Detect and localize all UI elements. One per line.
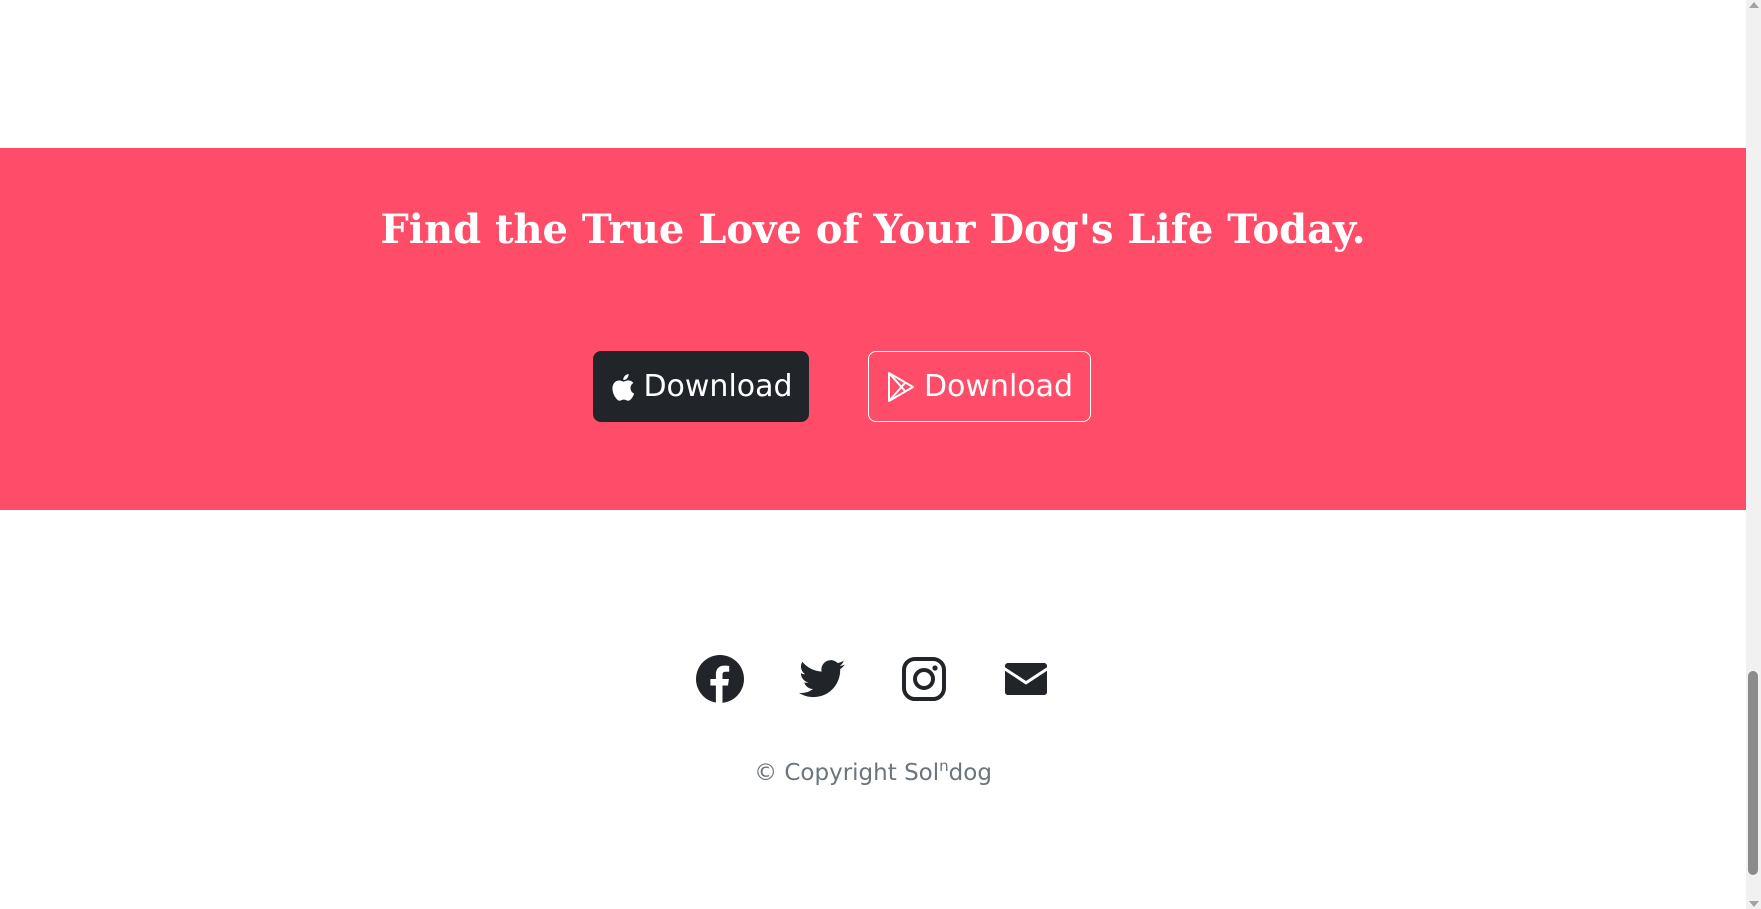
- facebook-link[interactable]: [695, 654, 745, 704]
- google-play-download-label: Download: [923, 369, 1074, 404]
- scrollbar-thumb[interactable]: [1748, 671, 1758, 875]
- vertical-scrollbar[interactable]: [1746, 0, 1761, 909]
- copyright-prefix: © Copyright Sol: [754, 760, 940, 786]
- copyright-text: © Copyright Solndog: [0, 755, 1746, 791]
- cta-title: Find the True Love of Your Dog's Life To…: [380, 206, 1366, 253]
- google-play-icon: [886, 371, 916, 403]
- twitter-icon: [799, 660, 845, 698]
- app-store-download-button[interactable]: Download: [593, 351, 809, 422]
- instagram-icon: [902, 657, 946, 701]
- google-play-download-button[interactable]: Download: [868, 351, 1091, 422]
- scroll-up-arrow-icon[interactable]: [1749, 2, 1759, 8]
- scroll-down-arrow-icon[interactable]: [1749, 901, 1759, 907]
- instagram-link[interactable]: [899, 654, 949, 704]
- social-links: [0, 654, 1746, 704]
- twitter-link[interactable]: [797, 654, 847, 704]
- facebook-icon: [696, 655, 744, 703]
- copyright-suffix: dog: [948, 760, 992, 786]
- email-link[interactable]: [1001, 654, 1051, 704]
- app-store-download-label: Download: [643, 369, 793, 404]
- envelope-icon: [1005, 663, 1047, 695]
- copyright-superscript: n: [939, 757, 949, 775]
- apple-icon: [609, 372, 635, 402]
